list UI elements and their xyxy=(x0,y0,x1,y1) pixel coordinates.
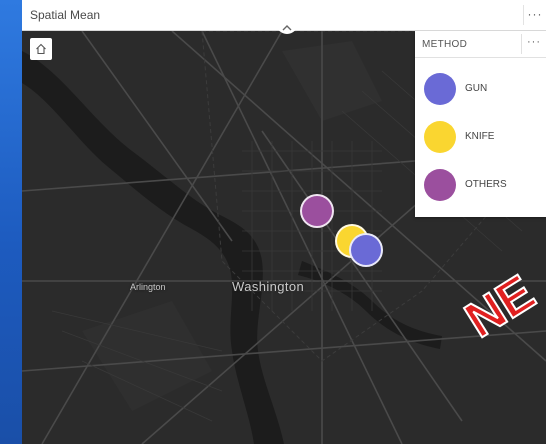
map-view[interactable]: Arlington Washington METHOD ··· GUN KNIF… xyxy=(22,30,546,444)
spatial-mean-point-gun[interactable] xyxy=(349,233,383,267)
widget-more-button[interactable]: ··· xyxy=(523,5,546,25)
legend-title: METHOD xyxy=(422,39,468,50)
map-widget: Arlington Washington METHOD ··· GUN KNIF… xyxy=(22,0,546,444)
legend-swatch-gun xyxy=(424,73,456,105)
legend-label-gun: GUN xyxy=(465,83,488,94)
widget-title: Spatial Mean xyxy=(30,8,101,22)
legend-item-gun[interactable]: GUN xyxy=(415,69,546,109)
legend-swatch-knife xyxy=(424,121,456,153)
legend-label-others: OTHERS xyxy=(465,179,507,190)
legend-item-knife[interactable]: KNIFE xyxy=(415,117,546,157)
legend-more-button[interactable]: ··· xyxy=(521,34,546,54)
legend-item-others[interactable]: OTHERS xyxy=(415,165,546,205)
legend-swatch-others xyxy=(424,169,456,201)
legend-label-knife: KNIFE xyxy=(465,131,495,142)
legend-header: METHOD ··· xyxy=(415,31,546,58)
home-icon xyxy=(36,43,46,55)
home-button[interactable] xyxy=(30,38,52,60)
map-label-arlington: Arlington xyxy=(130,282,166,292)
legend-panel: METHOD ··· GUN KNIFE OTHERS xyxy=(415,31,546,217)
map-label-washington: Washington xyxy=(232,279,305,294)
desktop-background xyxy=(0,0,22,444)
chevron-up-icon xyxy=(282,25,292,31)
spatial-mean-point-others[interactable] xyxy=(300,194,334,228)
